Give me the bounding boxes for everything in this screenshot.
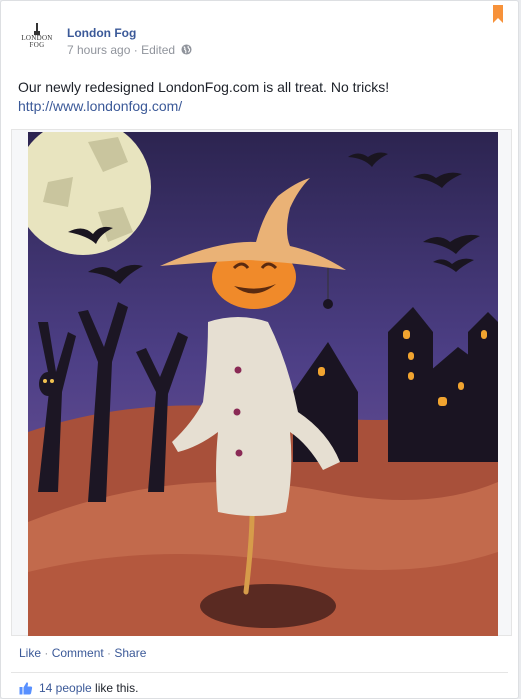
globe-icon (181, 44, 192, 55)
actions-separator: · (41, 646, 52, 660)
post-link[interactable]: http://www.londonfog.com/ (18, 97, 498, 116)
likes-suffix: like this. (91, 681, 139, 695)
divider (11, 672, 508, 673)
scarecrow-illustration[interactable] (28, 132, 498, 636)
spider (323, 299, 333, 309)
post-message: Our newly redesigned LondonFog.com is al… (18, 79, 390, 95)
share-button[interactable]: Share (114, 646, 146, 660)
likers-link[interactable]: 14 people (39, 681, 92, 695)
bookmark-icon[interactable] (493, 5, 503, 23)
post-timestamp[interactable]: 7 hours ago (67, 43, 130, 57)
page-logo[interactable]: LONDON FOG (18, 23, 56, 63)
edited-label[interactable]: Edited (141, 43, 175, 57)
like-button[interactable]: Like (19, 646, 41, 660)
post-card: LONDON FOG London Fog 7 hours ago · Edit… (0, 0, 519, 699)
post-image-frame[interactable] (11, 129, 512, 636)
comment-button[interactable]: Comment (52, 646, 104, 660)
like-summary: 14 people like this. (19, 681, 138, 695)
post-actions: Like · Comment · Share (19, 646, 146, 660)
post-body: Our newly redesigned LondonFog.com is al… (18, 78, 498, 116)
post-meta: 7 hours ago · Edited (67, 42, 192, 57)
actions-separator: · (103, 646, 115, 660)
page-name[interactable]: London Fog (67, 26, 136, 40)
logo-text-bottom: FOG (29, 41, 45, 49)
meta-separator: · (130, 42, 142, 57)
thumbs-up-icon (19, 682, 33, 695)
